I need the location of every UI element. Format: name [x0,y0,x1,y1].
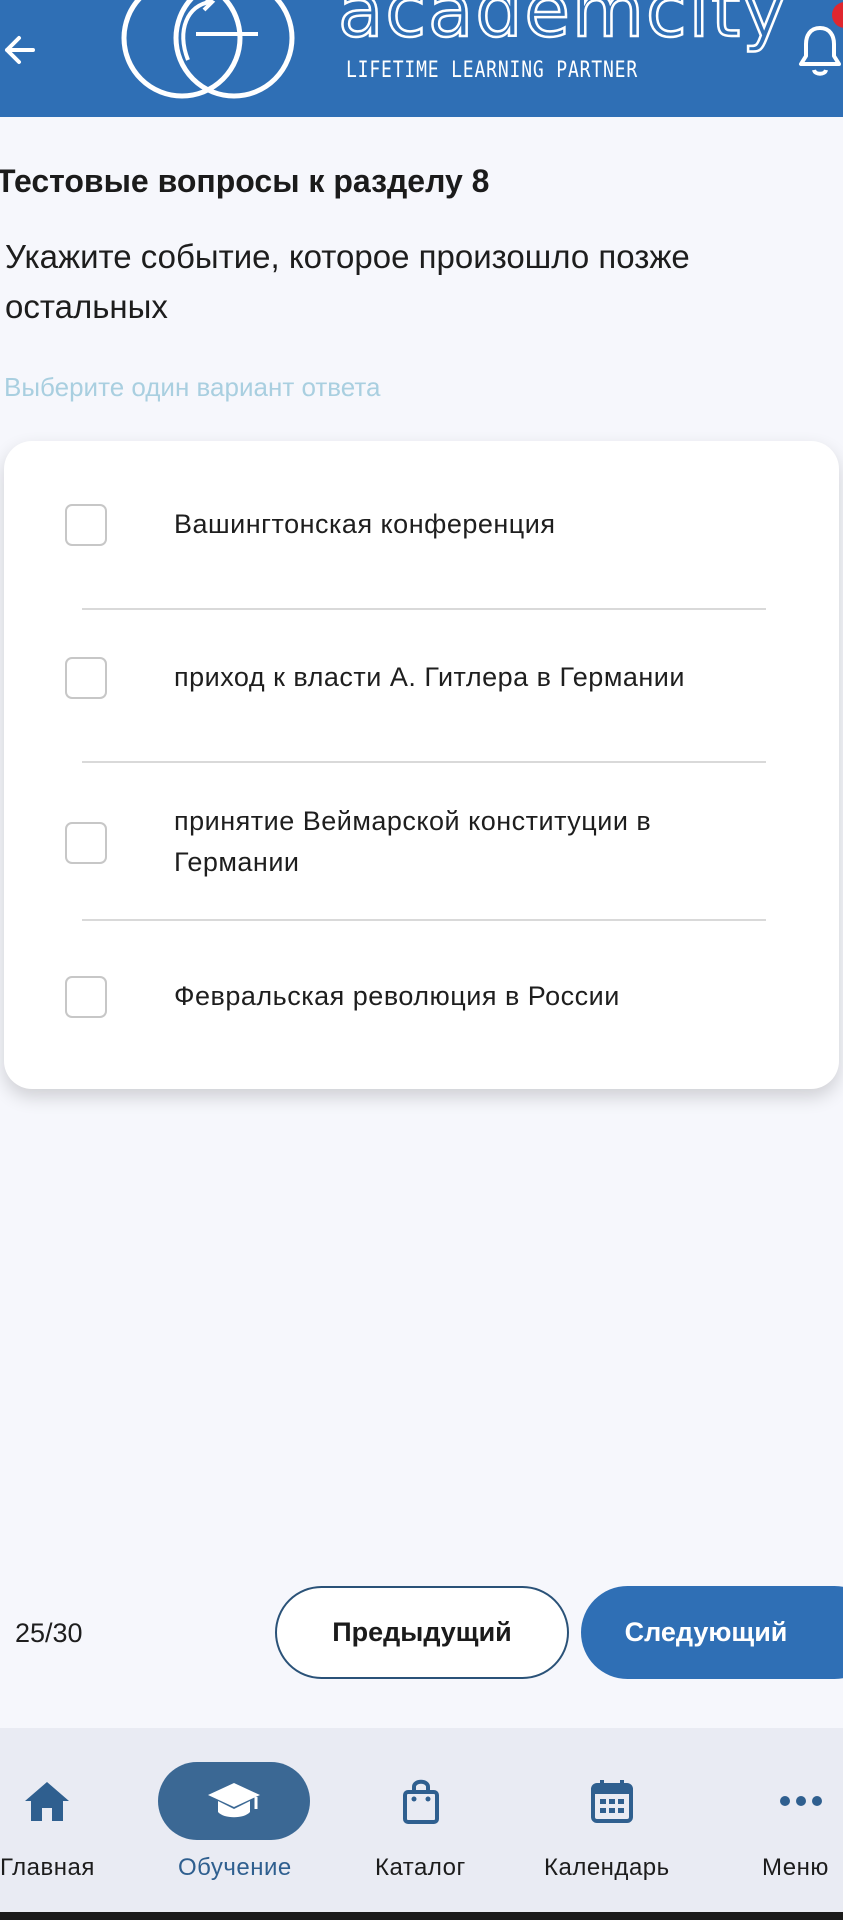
back-button[interactable] [0,20,40,80]
nav-label-learning: Обучение [178,1854,292,1881]
arrow-left-icon [5,36,35,64]
question-counter: 25/30 [15,1618,83,1648]
calendar-icon [591,1780,633,1823]
logo-wordmark: academcity [337,0,789,54]
answer-option-label: Вашингтонская конференция [174,509,556,539]
option-divider [82,919,766,921]
home-icon [25,1782,69,1821]
app-header: academcity LIFETIME LEARNING PARTNER [0,0,843,117]
nav-label-calendar: Календарь [544,1854,670,1881]
nav-item-menu[interactable]: Меню [760,1728,843,1908]
option-divider [82,608,766,610]
answer-option-3[interactable]: принятие Веймарской конституции в Герман… [4,781,839,901]
answer-option-2[interactable]: приход к власти А. Гитлера в Германии [4,628,839,728]
nav-label-home: Главная [0,1854,95,1881]
shopping-bag-icon [403,1779,439,1824]
answer-option-label: приход к власти А. Гитлера в Германии [174,662,685,692]
nav-item-catalog[interactable]: Каталог [372,1728,472,1908]
more-dots-icon [780,1796,822,1806]
notifications-button[interactable] [798,22,843,82]
answer-option-label: принятие Веймарской конституции в Герман… [174,806,652,877]
answer-option-label: Февральская революция в России [174,981,620,1011]
nav-item-learning[interactable]: Обучение [158,1728,310,1908]
answer-options-card: Вашингтонская конференция приход к власт… [4,441,839,1089]
academcity-logo-icon [121,0,295,99]
bottom-navigation: Главная Обучение Каталог Календарь Меню [0,1728,843,1920]
system-home-indicator [0,1912,843,1920]
answer-option-4[interactable]: Февральская революция в России [4,938,839,1038]
question-text: Укажите событие, которое произошло позже… [5,238,690,325]
section-title: Тестовые вопросы к разделу 8 [0,163,490,199]
nav-item-calendar[interactable]: Календарь [544,1728,684,1908]
answer-checkbox-1[interactable] [65,504,107,546]
nav-label-catalog: Каталог [375,1854,466,1881]
answer-option-1[interactable]: Вашингтонская конференция [4,475,839,575]
answer-checkbox-3[interactable] [65,822,107,864]
answer-checkbox-4[interactable] [65,976,107,1018]
nav-item-home[interactable]: Главная [0,1728,95,1908]
previous-button[interactable]: Предыдущий [275,1586,569,1679]
bell-icon [799,26,841,76]
answer-hint: Выберите один вариант ответа [4,372,381,402]
logo-tagline: LIFETIME LEARNING PARTNER [346,58,639,83]
nav-active-indicator [158,1762,310,1840]
option-divider [82,761,766,763]
graduation-cap-icon [208,1783,260,1818]
answer-checkbox-2[interactable] [65,657,107,699]
next-button[interactable]: Следующий [581,1586,843,1679]
nav-label-menu: Меню [762,1854,829,1881]
